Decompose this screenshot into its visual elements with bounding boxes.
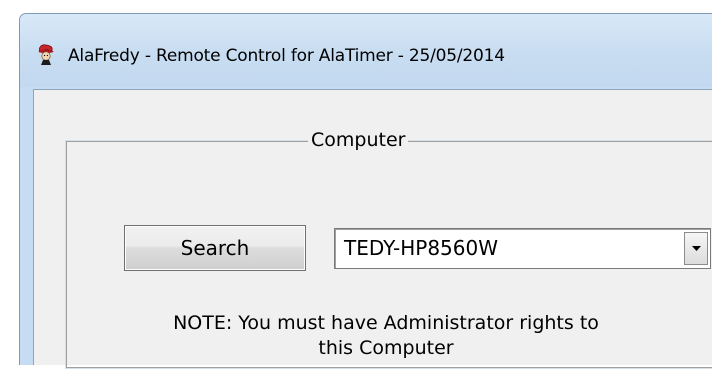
- groupbox-label: Computer: [308, 128, 409, 152]
- note-line-1: NOTE: You must have Administrator rights…: [173, 312, 599, 334]
- admin-rights-note: NOTE: You must have Administrator rights…: [106, 311, 666, 361]
- note-line-2: this Computer: [318, 337, 454, 359]
- computer-select-value: TEDY-HP8560W: [344, 236, 498, 260]
- computer-select[interactable]: TEDY-HP8560W: [334, 228, 711, 269]
- title-bar[interactable]: AlaFredy - Remote Control for AlaTimer -…: [20, 14, 712, 87]
- computer-groupbox: Computer Search TEDY-HP8560W NOTE: You m…: [65, 128, 712, 369]
- dropdown-arrow-icon[interactable]: [684, 232, 708, 265]
- search-button[interactable]: Search: [124, 225, 306, 271]
- app-window: AlaFredy - Remote Control for AlaTimer -…: [19, 13, 712, 369]
- dialog-client-area: Computer Search TEDY-HP8560W NOTE: You m…: [33, 89, 712, 369]
- app-icon: [34, 42, 58, 66]
- window-title: AlaFredy - Remote Control for AlaTimer -…: [68, 46, 505, 66]
